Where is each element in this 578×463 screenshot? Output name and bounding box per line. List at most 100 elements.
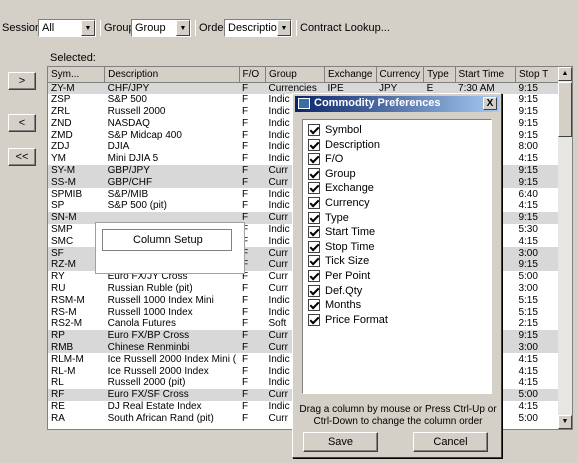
table-cell: S&P 500 (pit) (107, 200, 167, 212)
dialog-title: Commodity Preferences (314, 97, 441, 109)
checkbox[interactable] (308, 211, 320, 224)
column-header[interactable]: Type (423, 67, 456, 83)
table-cell: F (239, 388, 266, 401)
table-cell: F (242, 306, 249, 318)
scroll-up-icon[interactable]: ▲ (558, 67, 572, 81)
vertical-scrollbar[interactable]: ▲ ▼ (558, 67, 572, 429)
separator (100, 20, 101, 36)
table-cell: F (242, 105, 249, 117)
table-cell: S&P 500 (107, 94, 147, 106)
table-cell: SS-M (48, 176, 105, 189)
column-option-label: Def.Qty (325, 284, 363, 297)
column-option-label: Tick Size (325, 255, 370, 268)
table-cell: F (242, 94, 249, 106)
scroll-thumb[interactable] (558, 82, 572, 137)
table-cell: F (239, 82, 266, 94)
column-option-label: Per Point (325, 270, 371, 282)
group-dropdown[interactable]: Group ▼ (131, 19, 191, 37)
table-cell: S&P Midcap 400 (107, 129, 182, 141)
table-cell: ZND (51, 117, 72, 129)
table-cell: DJIA (107, 141, 130, 153)
table-cell: RL (51, 377, 64, 389)
session-label: Session (2, 22, 42, 34)
table-cell: F (239, 176, 266, 189)
column-option-label: Stop Time (325, 240, 375, 253)
checkbox[interactable] (308, 313, 320, 326)
table-cell: F (239, 341, 266, 354)
table-cell: F (242, 318, 249, 330)
table-cell: Euro FX/SF Cross (104, 388, 240, 401)
table-cell: F (242, 117, 249, 129)
cancel-button[interactable]: Cancel (413, 432, 488, 452)
table-cell: Canola Futures (107, 318, 176, 330)
chevron-down-icon[interactable]: ▼ (81, 20, 95, 36)
table-cell: Russian Ruble (pit) (107, 282, 193, 294)
column-header[interactable]: Start Time (455, 67, 516, 83)
checkbox[interactable] (308, 124, 320, 136)
checkbox[interactable] (308, 153, 320, 166)
dialog-hint: Drag a column by mouse or Press Ctrl-Up … (299, 404, 497, 427)
table-cell: F (242, 377, 249, 389)
table-cell: RL-M (51, 365, 76, 377)
table-cell: F (242, 412, 249, 424)
order-dropdown[interactable]: Description ▼ (224, 19, 292, 37)
remove-column-button[interactable]: < (8, 114, 36, 132)
checkbox[interactable] (308, 197, 320, 209)
table-cell: SP (51, 200, 65, 212)
group-value: Group (135, 22, 166, 34)
column-option-label: Exchange (325, 182, 374, 195)
column-header[interactable]: F/O (239, 67, 266, 83)
column-header[interactable]: Sym... (48, 67, 106, 83)
order-label: Order (199, 22, 228, 34)
column-header[interactable]: Currency (376, 67, 425, 83)
table-cell: F (242, 294, 249, 306)
checkbox[interactable] (308, 226, 320, 239)
column-header[interactable]: Exchange (324, 67, 377, 83)
checkbox[interactable] (308, 284, 320, 297)
session-value: All (42, 22, 55, 34)
checkbox[interactable] (308, 255, 320, 268)
checkbox[interactable] (308, 182, 320, 195)
close-icon[interactable]: X (483, 97, 497, 110)
separator (296, 20, 297, 36)
commodity-preferences-dialog: Commodity Preferences X Symbol Descriptio… (292, 93, 502, 458)
scroll-down-icon[interactable]: ▼ (558, 415, 572, 429)
table-cell: S&P/MIB (107, 188, 149, 200)
table-cell: ZY-M (48, 82, 105, 94)
table-cell: F (242, 365, 249, 377)
table-cell: Russell 1000 Index Mini (107, 294, 214, 306)
column-option-label: Description (325, 138, 381, 151)
table-cell: SPMIB (51, 188, 83, 200)
table-cell: RLM-M (51, 353, 84, 365)
remove-all-columns-button[interactable]: << (8, 148, 36, 166)
column-option-label: Type (325, 211, 349, 224)
column-header[interactable]: Description (104, 67, 240, 83)
table-cell: ZDJ (51, 141, 70, 153)
checkbox[interactable] (308, 138, 320, 151)
checkbox[interactable] (308, 240, 320, 253)
session-dropdown[interactable]: All ▼ (38, 19, 96, 37)
column-option-label: Currency (325, 197, 370, 209)
checkbox[interactable] (308, 167, 320, 180)
column-option-label: Price Format (325, 313, 388, 326)
table-cell: ZSP (51, 94, 71, 106)
column-option-label: F/O (325, 153, 344, 166)
column-setup-menu-item[interactable]: Column Setup (102, 229, 232, 251)
dialog-title-bar[interactable]: Commodity Preferences X (295, 96, 499, 112)
checkbox[interactable] (308, 299, 320, 312)
table-cell: RF (48, 388, 105, 401)
add-column-button[interactable]: > (8, 72, 36, 90)
chevron-down-icon[interactable]: ▼ (277, 20, 291, 36)
header-row: Sym... Description F/O Group Exchange Currenc… (48, 67, 572, 83)
table-cell: DJ Real Estate Index (107, 400, 202, 412)
save-button[interactable]: Save (303, 432, 378, 452)
chevron-down-icon[interactable]: ▼ (176, 20, 190, 36)
checkbox[interactable] (308, 270, 320, 282)
column-checklist[interactable]: Symbol Description F/O Group Exchange Currenc… (302, 119, 492, 394)
separator (195, 20, 196, 36)
table-cell: F (242, 282, 249, 294)
table-cell: Russell 2000 (107, 105, 166, 117)
contract-lookup-button[interactable]: Contract Lookup... (300, 22, 390, 34)
toolbar: Session All ▼ Group Group ▼ Order Descri… (0, 16, 578, 40)
column-header[interactable]: Group (265, 67, 326, 83)
